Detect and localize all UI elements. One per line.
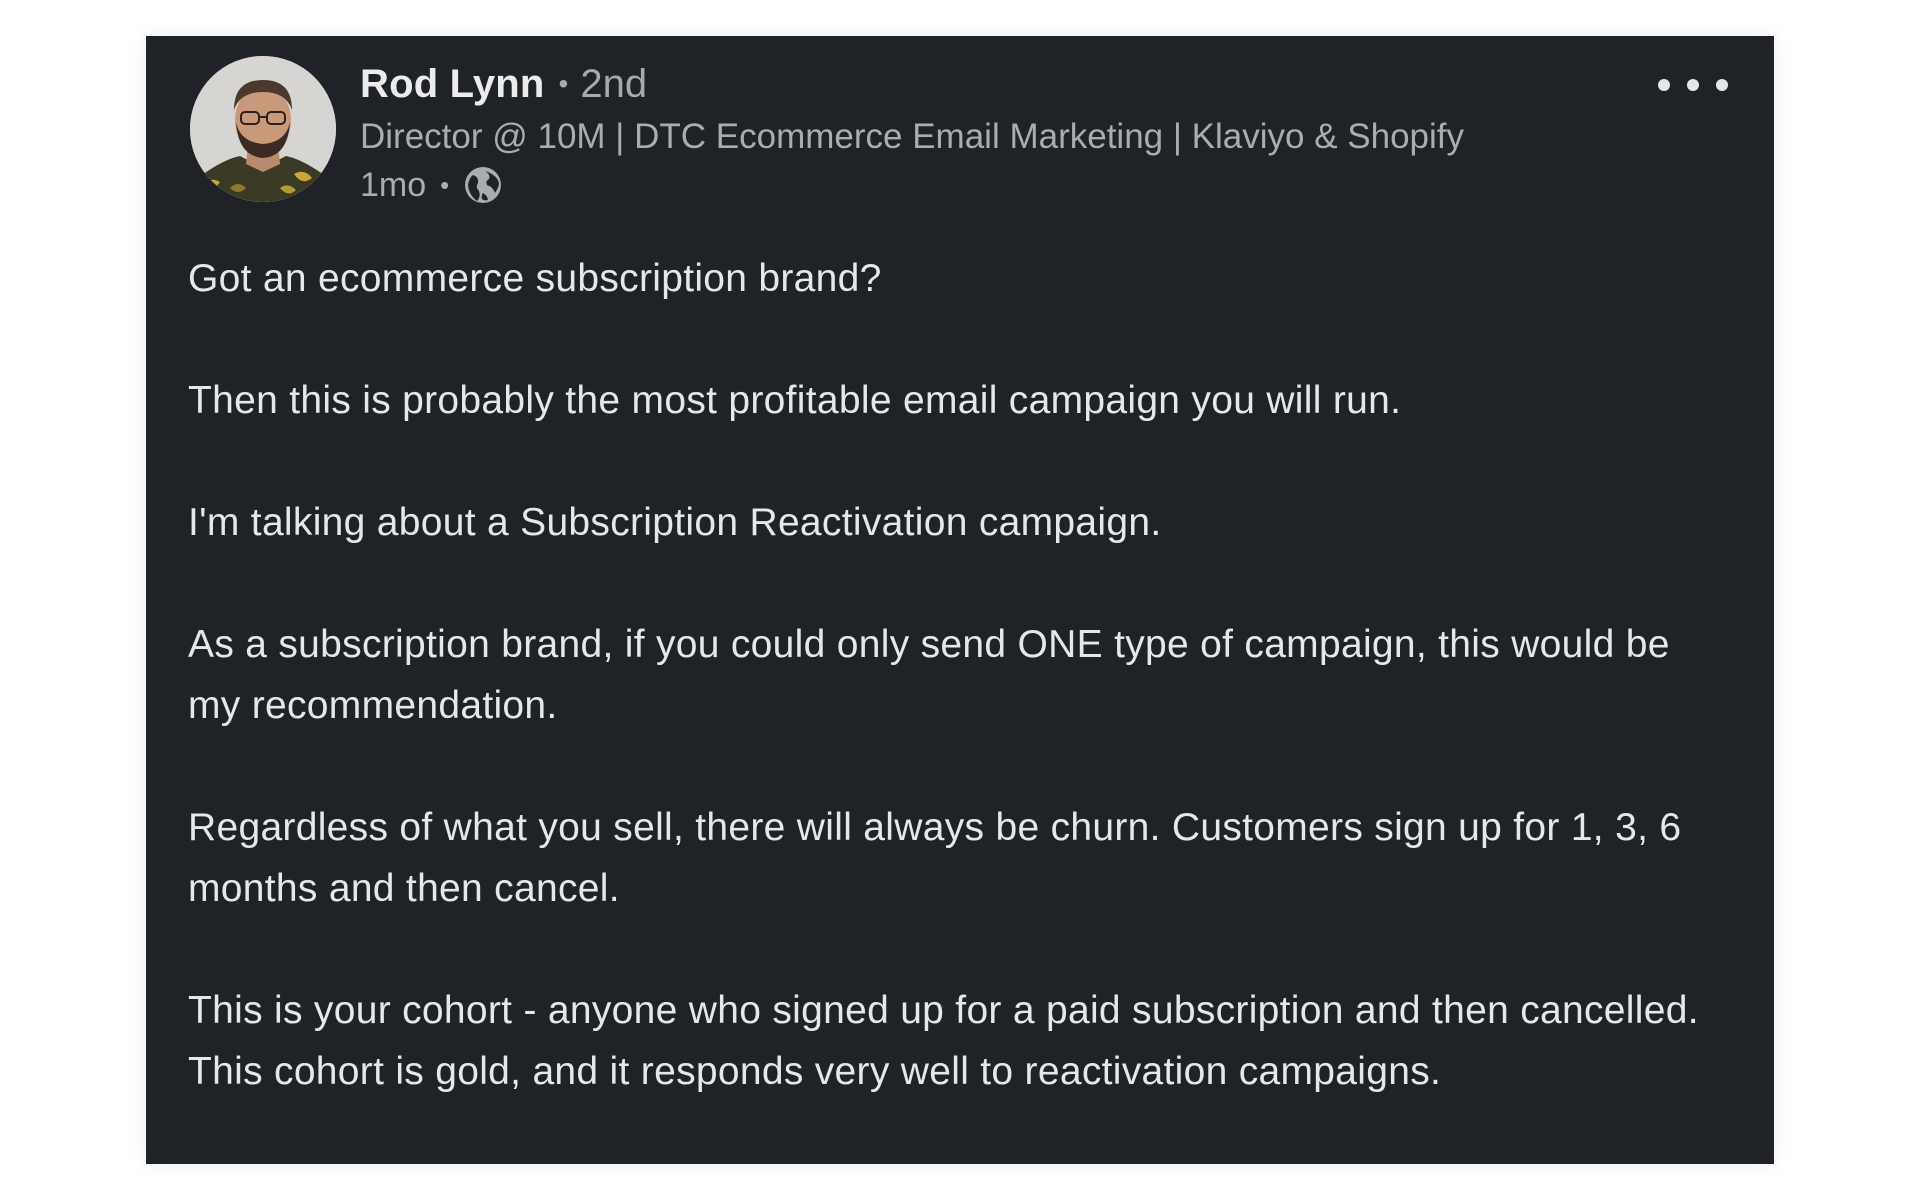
ellipsis-dot xyxy=(1716,79,1728,91)
post-paragraph: As a subscription brand, if you could on… xyxy=(188,623,1670,727)
avatar-photo xyxy=(190,56,336,202)
ellipsis-icon xyxy=(1658,79,1670,91)
connection-degree: 2nd xyxy=(580,62,648,106)
author-headline: Director @ 10M | DTC Ecommerce Email Mar… xyxy=(360,117,1465,156)
more-options-button[interactable] xyxy=(1658,70,1728,100)
post-body: Got an ecommerce subscription brand? The… xyxy=(188,248,1728,1163)
author-name[interactable]: Rod Lynn xyxy=(360,62,545,107)
author-avatar[interactable] xyxy=(190,56,336,202)
author-info: Rod Lynn • 2nd Director @ 10M | DTC Ecom… xyxy=(360,62,1574,207)
name-separator: • xyxy=(558,68,569,99)
author-name-row: Rod Lynn • 2nd xyxy=(360,62,1574,107)
globe-icon xyxy=(461,163,505,207)
ellipsis-dot xyxy=(1687,79,1699,91)
post-paragraph: I'm talking about a Subscription Reactiv… xyxy=(188,501,1162,544)
post-paragraph: Regardless of what you sell, there will … xyxy=(188,806,1682,910)
post-age: 1mo xyxy=(360,165,427,204)
post-paragraph: Then this is probably the most profitabl… xyxy=(188,379,1402,422)
post-paragraph: Got an ecommerce subscription brand? xyxy=(188,257,882,300)
meta-separator: • xyxy=(440,169,450,200)
post-paragraph: This is your cohort - anyone who signed … xyxy=(188,989,1699,1093)
post-card: Rod Lynn • 2nd Director @ 10M | DTC Ecom… xyxy=(146,36,1774,1164)
post-meta: 1mo • xyxy=(360,163,1574,207)
